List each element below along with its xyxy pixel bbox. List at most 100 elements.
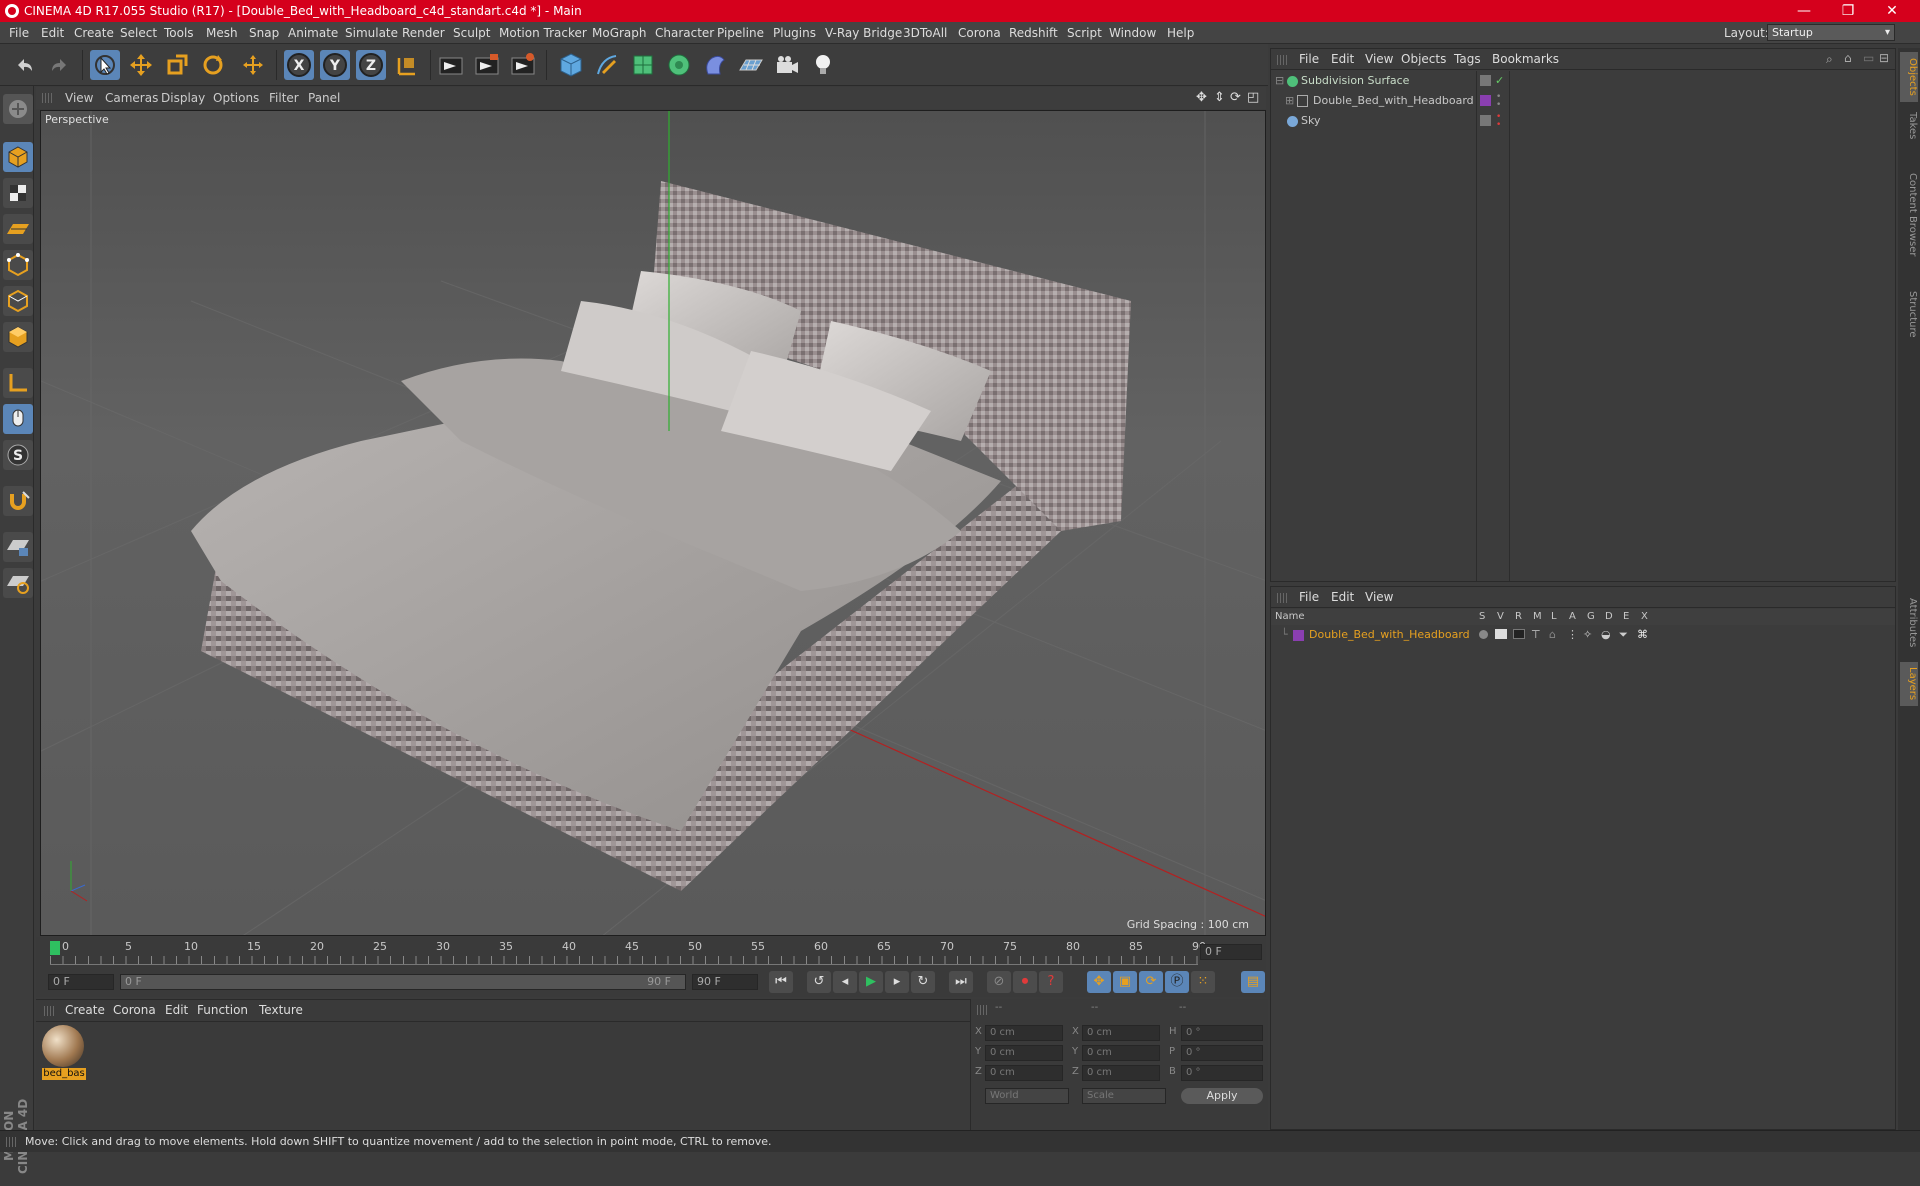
next-frame-icon[interactable]: ▸ — [885, 971, 909, 993]
xref-toggle-icon[interactable]: ⌘ — [1637, 625, 1648, 645]
position-z-field[interactable]: 0 cm — [985, 1065, 1063, 1081]
expressions-toggle-icon[interactable]: ⏷ — [1619, 625, 1628, 645]
timeline-ruler[interactable]: 0 5 10 15 20 25 30 35 40 45 50 55 60 65 … — [36, 937, 1266, 967]
menu-plugins[interactable]: Plugins — [773, 22, 816, 44]
rotation-b-field[interactable]: 0 ° — [1181, 1065, 1263, 1081]
menu-3dtoall[interactable]: 3DToAll — [903, 22, 947, 44]
menu-edit[interactable]: Edit — [41, 22, 64, 44]
move-icon[interactable] — [126, 50, 156, 80]
collapse-icon[interactable]: ⊟ — [1879, 51, 1889, 65]
x-axis-icon[interactable]: X — [284, 50, 314, 80]
deformers-toggle-icon[interactable]: ◒ — [1601, 625, 1611, 645]
edges-mode-icon[interactable] — [3, 286, 33, 316]
menu-vray-bridge[interactable]: V-Ray Bridge — [825, 22, 902, 44]
record-icon[interactable]: ⏺ — [1013, 971, 1037, 993]
menu-render[interactable]: Render — [402, 22, 445, 44]
material-menu-edit[interactable]: Edit — [165, 1000, 188, 1020]
menu-window[interactable]: Window — [1109, 22, 1156, 44]
tab-objects[interactable]: Objects — [1900, 52, 1918, 102]
menu-script[interactable]: Script — [1067, 22, 1102, 44]
current-frame-field[interactable]: 0 F — [1200, 944, 1262, 960]
rotation-p-field[interactable]: 0 ° — [1181, 1045, 1263, 1061]
tab-structure[interactable]: Structure — [1900, 284, 1918, 344]
size-z-field[interactable]: 0 cm — [1082, 1065, 1160, 1081]
key-lock-icon[interactable]: ⊘ — [987, 971, 1011, 993]
tree-collapse-icon[interactable]: ⊟ — [1275, 71, 1284, 91]
size-y-field[interactable]: 0 cm — [1082, 1045, 1160, 1061]
layout-dropdown[interactable]: Startup — [1767, 24, 1895, 41]
start-frame-field[interactable]: 0 F — [48, 974, 114, 990]
render-picture-viewer-icon[interactable] — [472, 50, 502, 80]
viewport-maximize-icon[interactable]: ◰ — [1247, 90, 1259, 105]
enabled-check-icon[interactable]: ✓ — [1495, 71, 1504, 91]
apply-button[interactable]: Apply — [1181, 1088, 1263, 1104]
deformer-icon[interactable] — [700, 50, 730, 80]
rotate-icon[interactable] — [198, 50, 228, 80]
new-view-icon[interactable]: ▭ — [1863, 51, 1874, 65]
layer-color-icon[interactable] — [1480, 95, 1491, 106]
layer-menu-edit[interactable]: Edit — [1331, 587, 1354, 607]
mograph-cloner-icon[interactable] — [664, 50, 694, 80]
object-menu-file[interactable]: File — [1299, 49, 1319, 69]
model-mode-icon[interactable] — [3, 142, 33, 172]
key-pla-icon[interactable]: ⁙ — [1191, 971, 1215, 993]
viewport-menu-display[interactable]: Display — [161, 87, 205, 109]
render-toggle-icon[interactable] — [1513, 629, 1525, 639]
frame-range-slider[interactable]: 0 F 90 F — [120, 974, 686, 990]
menu-simulate[interactable]: Simulate — [345, 22, 398, 44]
menu-animate[interactable]: Animate — [288, 22, 338, 44]
layer-menu-view[interactable]: View — [1365, 587, 1393, 607]
y-axis-icon[interactable]: Y — [320, 50, 350, 80]
menu-pipeline[interactable]: Pipeline — [717, 22, 764, 44]
animation-toggle-icon[interactable]: ⋮ — [1567, 625, 1578, 645]
viewport-rotate-icon[interactable]: ⟳ — [1230, 90, 1241, 105]
editor-visibility-icon[interactable] — [1480, 75, 1491, 86]
search-icon[interactable]: ⌕ — [1826, 52, 1833, 67]
menu-file[interactable]: File — [9, 22, 29, 44]
position-x-field[interactable]: 0 cm — [985, 1025, 1063, 1041]
menu-mesh[interactable]: Mesh — [206, 22, 238, 44]
rotation-h-field[interactable]: 0 ° — [1181, 1025, 1263, 1041]
position-y-field[interactable]: 0 cm — [985, 1045, 1063, 1061]
object-menu-edit[interactable]: Edit — [1331, 49, 1354, 69]
object-menu-tags[interactable]: Tags — [1454, 49, 1481, 69]
perspective-viewport[interactable]: Perspective Grid Spacing : 100 cm — [40, 110, 1266, 936]
viewport-menu-filter[interactable]: Filter — [269, 87, 299, 109]
key-position-icon[interactable]: ✥ — [1087, 971, 1111, 993]
menu-corona[interactable]: Corona — [958, 22, 1001, 44]
menu-select[interactable]: Select — [120, 22, 157, 44]
live-select-icon[interactable] — [90, 50, 120, 80]
menu-create[interactable]: Create — [74, 22, 114, 44]
object-menu-view[interactable]: View — [1365, 49, 1393, 69]
visibility-dots-icon[interactable]: • • — [1496, 93, 1501, 110]
material-menu-function[interactable]: Function — [197, 1000, 248, 1020]
material-menu-corona[interactable]: Corona — [113, 1000, 156, 1020]
tab-layers[interactable]: Layers — [1900, 662, 1918, 706]
menu-help[interactable]: Help — [1167, 22, 1194, 44]
lock-workplane-icon[interactable] — [3, 532, 33, 562]
tree-expand-icon[interactable]: ⊞ — [1285, 91, 1294, 111]
timeline-window-icon[interactable]: ▤ — [1241, 971, 1265, 993]
key-rotation-icon[interactable]: ⟳ — [1139, 971, 1163, 993]
prev-frame-icon[interactable]: ◂ — [833, 971, 857, 993]
prev-keyframe-icon[interactable]: ↺ — [807, 971, 831, 993]
autokey-icon[interactable]: ? — [1039, 971, 1063, 993]
generators-toggle-icon[interactable]: ✧ — [1583, 625, 1592, 645]
solo-icon[interactable]: S — [3, 440, 33, 470]
material-menu-create[interactable]: Create — [65, 1000, 105, 1020]
tab-content-browser[interactable]: Content Browser — [1900, 150, 1918, 280]
key-scale-icon[interactable]: ▣ — [1113, 971, 1137, 993]
menu-character[interactable]: Character — [655, 22, 714, 44]
menu-snap[interactable]: Snap — [249, 22, 279, 44]
tab-attributes[interactable]: Attributes — [1900, 588, 1918, 658]
z-axis-icon[interactable]: Z — [356, 50, 386, 80]
enable-axis-icon[interactable] — [3, 368, 33, 398]
menu-motion-tracker[interactable]: Motion Tracker — [499, 22, 587, 44]
object-menu-objects[interactable]: Objects — [1401, 49, 1446, 69]
layer-menu-file[interactable]: File — [1299, 587, 1319, 607]
object-menu-bookmarks[interactable]: Bookmarks — [1492, 49, 1559, 69]
timeline-playhead[interactable] — [50, 941, 60, 955]
visibility-dots-icon[interactable]: • • — [1496, 113, 1501, 130]
viewport-menu-panel[interactable]: Panel — [308, 87, 340, 109]
material-menu-texture[interactable]: Texture — [259, 1000, 303, 1020]
